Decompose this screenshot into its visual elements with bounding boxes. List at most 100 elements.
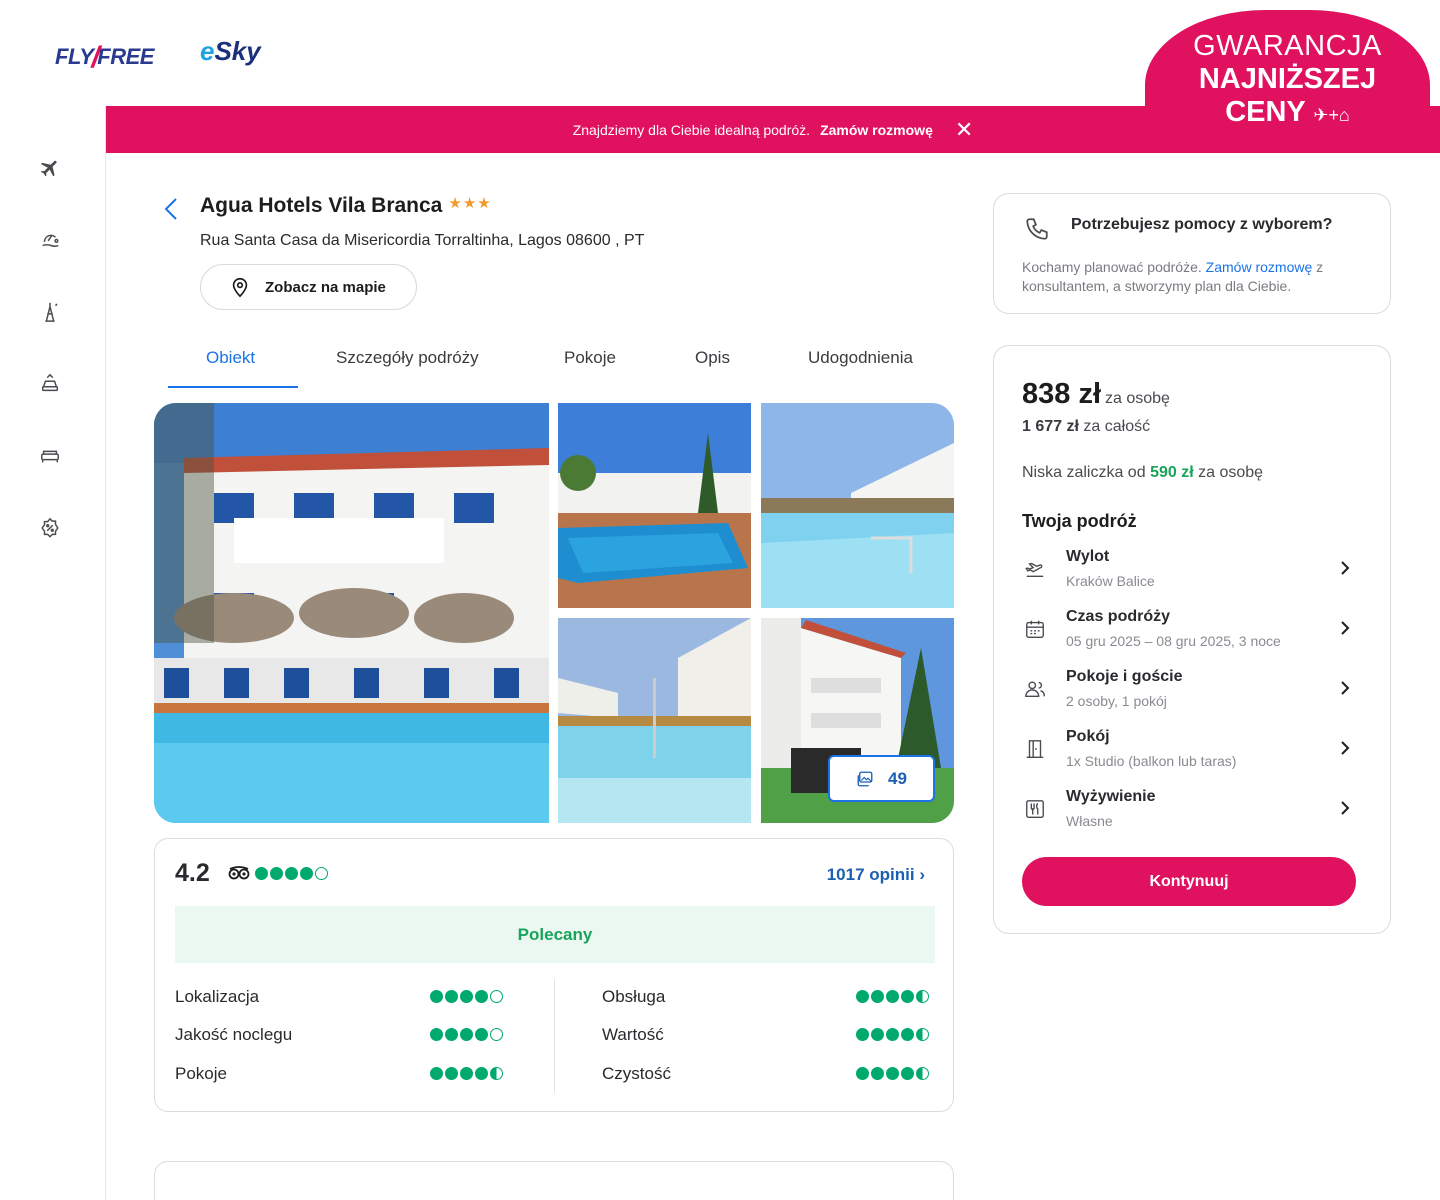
- rating-dot: [856, 1028, 869, 1041]
- criterion-service-dots: [856, 990, 929, 1003]
- criterion-service-label: Obsługa: [602, 987, 666, 1006]
- chevron-right-icon: [1341, 741, 1350, 755]
- rating-dot: [430, 990, 443, 1003]
- flight-icon[interactable]: [38, 156, 62, 180]
- calendar-icon: [1026, 620, 1044, 638]
- price-per-person: 838 zł za osobę: [1022, 378, 1170, 411]
- hotel-title: Agua Hotels Vila Branca ★★★: [200, 194, 492, 218]
- guarantee-line2: NAJNIŻSZEJ: [1198, 63, 1377, 95]
- photo-gallery[interactable]: 49: [154, 403, 954, 823]
- esky-logo[interactable]: eSky: [200, 36, 261, 67]
- tab-obiekt[interactable]: Obiekt: [206, 348, 255, 368]
- price-card: 838 zł za osobę 1 677 zł za całość Niska …: [993, 345, 1391, 934]
- guarantee-ceny: CENY: [1225, 96, 1306, 128]
- trip-row-departure[interactable]: Wylot Kraków Balice: [1022, 548, 1362, 600]
- rating-dot: [490, 1028, 503, 1041]
- logo-fly-text: FLY: [55, 44, 94, 69]
- chevron-right-icon: [1341, 561, 1350, 575]
- flight-hotel-icon: ✈+⌂: [1313, 105, 1350, 125]
- criterion-cleanliness-dots: [856, 1067, 929, 1080]
- flyfree-logo[interactable]: FLY/FREE: [55, 38, 154, 74]
- rating-dot: [916, 1067, 929, 1080]
- deposit-amount: 590 zł: [1150, 464, 1194, 481]
- photo-count-button[interactable]: 49: [828, 755, 935, 802]
- close-icon[interactable]: ✕: [955, 118, 973, 141]
- rating-dot: [490, 1067, 503, 1080]
- trip-row-meals[interactable]: Wyżywienie Własne: [1022, 788, 1362, 840]
- trip-row-label: Wyżywienie: [1066, 788, 1156, 805]
- pool-photo-1[interactable]: [558, 403, 751, 608]
- pool-photo-3[interactable]: [558, 618, 751, 823]
- rating-dot: [460, 1067, 473, 1080]
- deposit-info: Niska zaliczka od 590 zł za osobę: [1022, 464, 1263, 482]
- trip-row-label: Wylot: [1066, 548, 1110, 565]
- banner-call-link[interactable]: Zamów rozmowę: [820, 122, 933, 138]
- price-per-person-label: za osobę: [1105, 390, 1170, 407]
- chevron-right-icon: [1341, 621, 1350, 635]
- rating-dot: [871, 1028, 884, 1041]
- rating-dot: [255, 867, 268, 880]
- criterion-quality-dots: [430, 1028, 503, 1041]
- trip-row-dates[interactable]: Czas podróży 05 gru 2025 – 08 gru 2025, …: [1022, 608, 1362, 660]
- pool-photo-2[interactable]: [761, 403, 954, 608]
- tab-pokoje[interactable]: Pokoje: [564, 348, 616, 368]
- rating-dot: [871, 990, 884, 1003]
- trip-row-value: Kraków Balice: [1066, 573, 1155, 589]
- rating-dot: [475, 1067, 488, 1080]
- main-hotel-photo[interactable]: [154, 403, 549, 823]
- map-pin-icon: [232, 277, 248, 298]
- opinions-link[interactable]: 1017 opinii ›: [827, 865, 925, 885]
- see-on-map-button[interactable]: Zobacz na mapie: [200, 264, 417, 310]
- deposit-prefix: Niska zaliczka od: [1022, 464, 1146, 481]
- rating-dot: [460, 990, 473, 1003]
- rating-dot: [886, 990, 899, 1003]
- tab-opis[interactable]: Opis: [695, 348, 730, 368]
- hotel-address: Rua Santa Casa da Misericordia Torraltin…: [200, 232, 645, 249]
- logo-slash: /: [91, 41, 100, 74]
- tab-szczegoly-podrozy[interactable]: Szczegóły podróży: [336, 348, 479, 368]
- map-button-label: Zobacz na mapie: [265, 278, 386, 296]
- rating-dot: [445, 1067, 458, 1080]
- rating-dot: [490, 990, 503, 1003]
- city-break-icon[interactable]: [38, 300, 62, 324]
- rating-dot: [856, 990, 869, 1003]
- deposit-suffix: za osobę: [1198, 464, 1264, 481]
- criterion-cleanliness-label: Czystość: [602, 1064, 671, 1083]
- rating-dot: [300, 867, 313, 880]
- lowest-price-guarantee-badge[interactable]: GWARANCJA NAJNIŻSZEJ CENY ✈+⌂: [1145, 10, 1430, 152]
- rating-dot: [901, 1067, 914, 1080]
- star-rating-icon: ★★★: [448, 195, 492, 212]
- car-icon[interactable]: [38, 372, 62, 396]
- active-tab-indicator: [168, 386, 298, 388]
- price-total-amount: 1 677 zł: [1022, 418, 1079, 435]
- rating-dot: [475, 990, 488, 1003]
- price-amount: 838 zł: [1022, 378, 1101, 410]
- beach-icon[interactable]: [38, 228, 62, 252]
- rating-dot: [460, 1028, 473, 1041]
- help-call-link[interactable]: Zamów rozmowę: [1206, 259, 1313, 275]
- rating-dot: [430, 1028, 443, 1041]
- trip-row-value: 1x Studio (balkon lub taras): [1066, 753, 1237, 769]
- criterion-rooms-label: Pokoje: [175, 1064, 227, 1083]
- door-icon: [1026, 740, 1044, 758]
- hotel-icon[interactable]: [38, 444, 62, 468]
- trip-row-room[interactable]: Pokój 1x Studio (balkon lub taras): [1022, 728, 1362, 780]
- tab-udogodnienia[interactable]: Udogodnienia: [808, 348, 913, 368]
- chevron-right-icon: [1341, 681, 1350, 695]
- trip-row-guests[interactable]: Pokoje i goście 2 osoby, 1 pokój: [1022, 668, 1362, 720]
- criteria-divider: [554, 979, 555, 1093]
- rating-dot: [430, 1067, 443, 1080]
- rating-dot: [315, 867, 328, 880]
- criterion-value-label: Wartość: [602, 1025, 664, 1044]
- continue-button[interactable]: Kontynuuj: [1022, 857, 1356, 906]
- sidebar: [0, 106, 106, 1200]
- back-chevron-icon[interactable]: [160, 196, 184, 222]
- reviews-card: 4.2 1017 opinii › Polecany Lokalizacja J…: [154, 838, 954, 1112]
- rating-dot: [856, 1067, 869, 1080]
- discount-icon[interactable]: [38, 516, 62, 540]
- rating-dot: [901, 1028, 914, 1041]
- photo-count: 49: [888, 768, 907, 788]
- banner-text: Znajdziemy dla Ciebie idealną podróż.: [572, 121, 811, 138]
- rating-dot: [886, 1067, 899, 1080]
- help-title: Potrzebujesz pomocy z wyborem?: [1071, 216, 1333, 233]
